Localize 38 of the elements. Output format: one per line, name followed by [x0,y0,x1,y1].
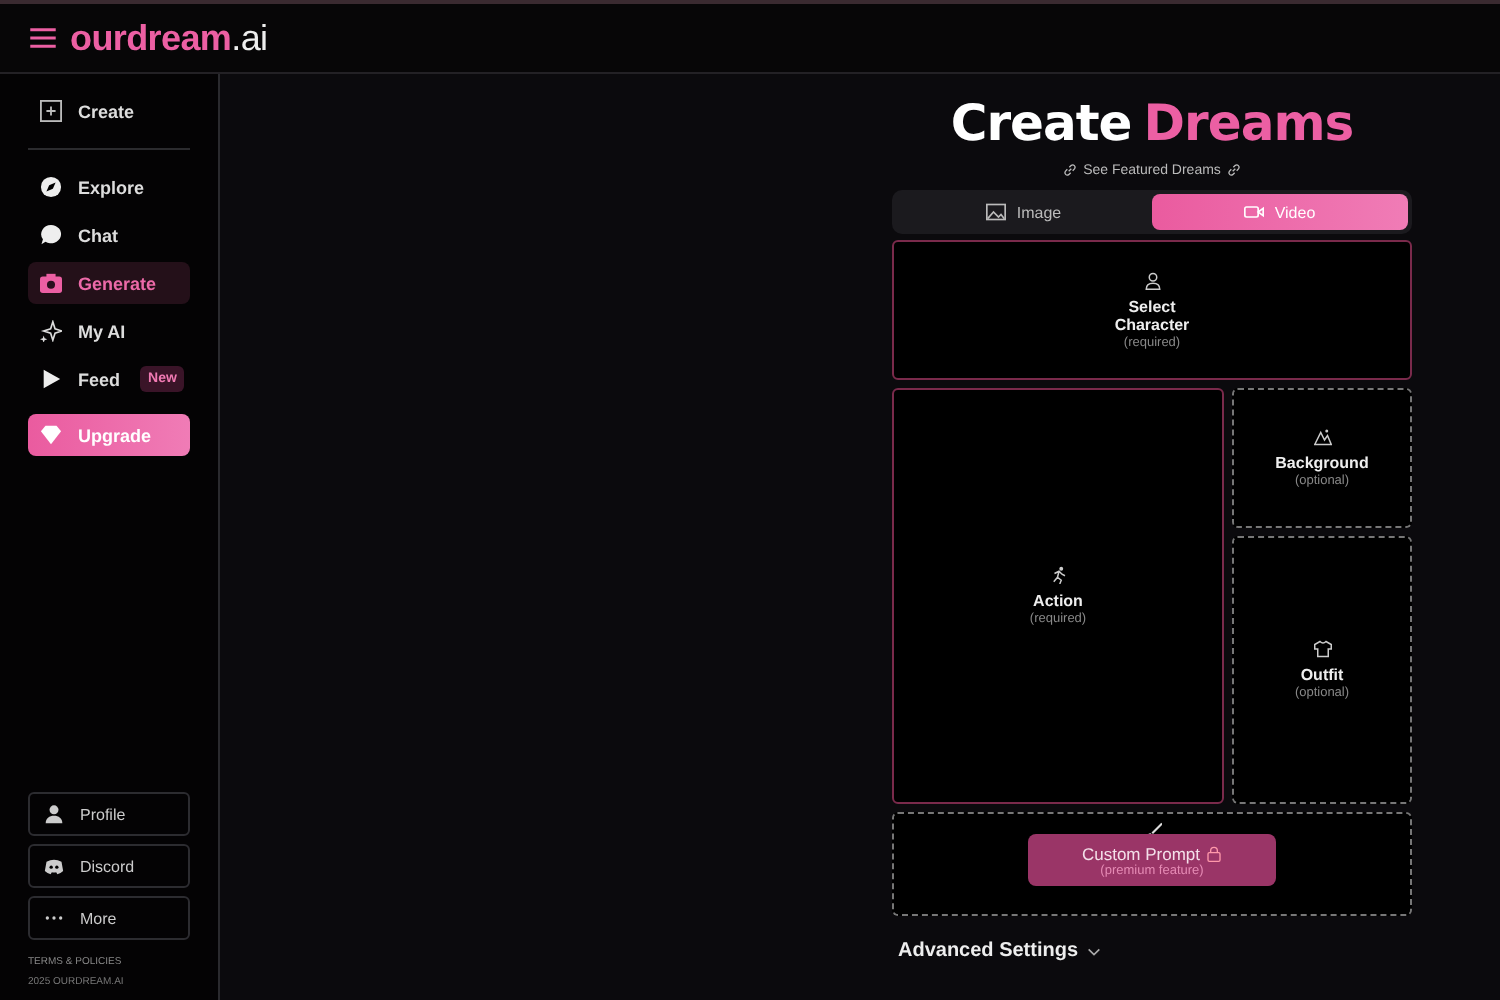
sparkle-icon [40,320,62,342]
video-camera-icon [1244,202,1265,222]
person-icon [1143,271,1161,289]
image-icon [986,202,1007,222]
nav-item[interactable]: Chat [28,214,130,256]
link-icon [1226,162,1243,178]
sidebar-button[interactable]: Discord [28,844,190,888]
compass-icon [40,176,62,198]
game-controller-icon [44,856,64,876]
nav-item[interactable]: Explore [28,166,157,208]
running-figure-icon [1049,566,1067,584]
menu-icon[interactable] [30,28,56,48]
gem-icon [40,424,62,446]
shirt-icon [1313,640,1331,658]
slot-title: Action [1033,592,1083,610]
create-button[interactable]: Create [28,90,190,132]
sidebar-button[interactable]: Profile [28,792,190,836]
nav-item[interactable]: Generate [28,262,190,304]
person-icon [44,804,64,824]
chevron-down-icon [1086,943,1103,959]
slot-title: Background [1275,454,1369,472]
page-title-accent: Dreams [1143,94,1354,152]
plus-square-icon [40,100,62,122]
link-icon [1061,162,1078,178]
advanced-settings-toggle[interactable]: Advanced Settings [892,940,1103,962]
slot-title: Select Character [1112,297,1192,333]
slot-title: Outfit [1300,666,1344,684]
page-title: Create [950,94,1132,152]
nav-item[interactable]: Feed [28,358,133,400]
tab[interactable]: Image [896,194,1152,230]
play-icon [40,368,62,390]
logo[interactable]: ourdream.ai [70,17,268,59]
nav-item[interactable]: My AI [28,310,138,352]
chat-bubble-icon [40,224,62,246]
mountain-icon [1313,428,1331,446]
lock-icon [1206,845,1223,861]
sidebar-button[interactable]: More [28,896,190,940]
camera-icon [40,272,62,294]
